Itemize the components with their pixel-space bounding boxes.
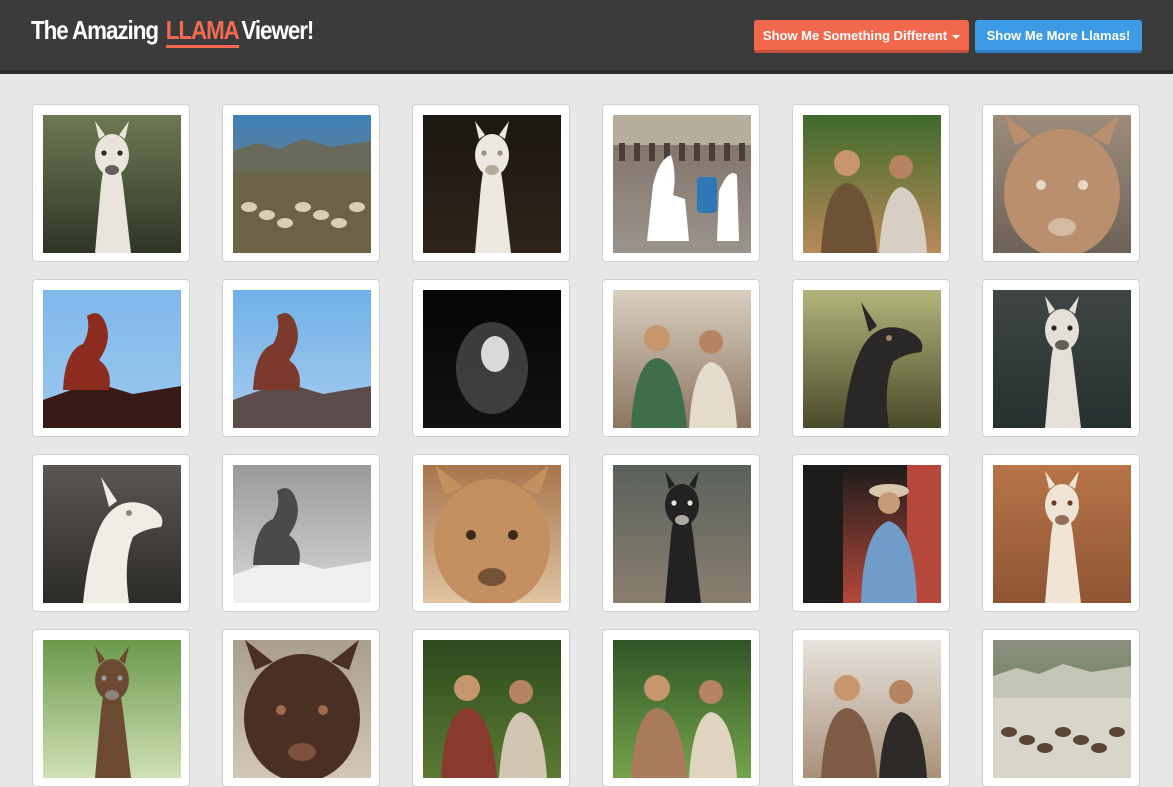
shaggy-llama-face-photo bbox=[423, 465, 561, 603]
photo-tile[interactable] bbox=[32, 629, 190, 787]
photo-tile[interactable] bbox=[982, 104, 1140, 262]
band-members-photo bbox=[803, 640, 941, 778]
white-llama-side-view-photo bbox=[43, 465, 181, 603]
plaza-llamas-with-people-photo bbox=[613, 115, 751, 253]
person-with-llama-photo bbox=[613, 290, 751, 428]
brand-title[interactable]: The Amazing LLAMAViewer! bbox=[31, 15, 314, 48]
photo-tile[interactable] bbox=[982, 629, 1140, 787]
brand-title-suffix: Viewer! bbox=[241, 15, 314, 45]
mountain-valley-llama-photo bbox=[993, 640, 1131, 778]
photo-tile[interactable] bbox=[792, 454, 950, 612]
photo-tile[interactable] bbox=[412, 454, 570, 612]
photo-tile[interactable] bbox=[222, 104, 380, 262]
photo-tile[interactable] bbox=[982, 279, 1140, 437]
caret-down-icon bbox=[952, 34, 961, 39]
llama-dark-background-photo bbox=[423, 115, 561, 253]
photo-tile[interactable] bbox=[602, 629, 760, 787]
photo-tile[interactable] bbox=[602, 104, 760, 262]
show-more-llamas-label: Show Me More Llamas! bbox=[986, 28, 1131, 43]
brand-title-prefix: The Amazing bbox=[31, 15, 159, 45]
white-llama-portrait-photo bbox=[993, 290, 1131, 428]
llama-in-shadow-photo bbox=[423, 290, 561, 428]
dark-llama-profile-photo bbox=[803, 290, 941, 428]
photo-tile[interactable] bbox=[222, 454, 380, 612]
black-white-llama-collage-photo bbox=[613, 465, 751, 603]
llama-behind-fence-photo bbox=[43, 115, 181, 253]
photo-tile[interactable] bbox=[32, 279, 190, 437]
brown-llama-portrait-photo bbox=[993, 465, 1131, 603]
llama-ears-closeup-photo bbox=[233, 640, 371, 778]
show-something-different-button[interactable]: Show Me Something Different bbox=[754, 20, 969, 53]
photo-tile[interactable] bbox=[792, 279, 950, 437]
guitarist-in-garden-photo bbox=[613, 640, 751, 778]
llama-herd-highlands-photo bbox=[233, 115, 371, 253]
show-more-llamas-button[interactable]: Show Me More Llamas! bbox=[975, 20, 1142, 53]
musicians-with-guitars-photo bbox=[803, 115, 941, 253]
photo-tile[interactable] bbox=[222, 629, 380, 787]
person-in-forest-photo bbox=[423, 640, 561, 778]
man-in-cowboy-hat-photo bbox=[803, 465, 941, 603]
photo-tile[interactable] bbox=[32, 454, 190, 612]
photo-tile[interactable] bbox=[792, 629, 950, 787]
llama-behind-wire-fence-photo bbox=[43, 640, 181, 778]
photo-tile[interactable] bbox=[602, 279, 760, 437]
photo-tile[interactable] bbox=[792, 104, 950, 262]
photo-tile[interactable] bbox=[412, 629, 570, 787]
photo-tile[interactable] bbox=[602, 454, 760, 612]
carved-llama-sculpture-photo bbox=[233, 465, 371, 603]
fluffy-brown-llama-closeup-photo bbox=[993, 115, 1131, 253]
photo-tile[interactable] bbox=[982, 454, 1140, 612]
navbar: The Amazing LLAMAViewer! Show Me Somethi… bbox=[0, 0, 1173, 74]
llama-statue-on-rooftop-photo bbox=[233, 290, 371, 428]
photo-tile[interactable] bbox=[222, 279, 380, 437]
brand-title-accent: LLAMA bbox=[165, 15, 240, 48]
photo-tile[interactable] bbox=[412, 279, 570, 437]
photo-tile[interactable] bbox=[412, 104, 570, 262]
photo-tile[interactable] bbox=[32, 104, 190, 262]
llama-statue-against-sky-photo bbox=[43, 290, 181, 428]
show-something-different-label: Show Me Something Different bbox=[762, 28, 948, 43]
